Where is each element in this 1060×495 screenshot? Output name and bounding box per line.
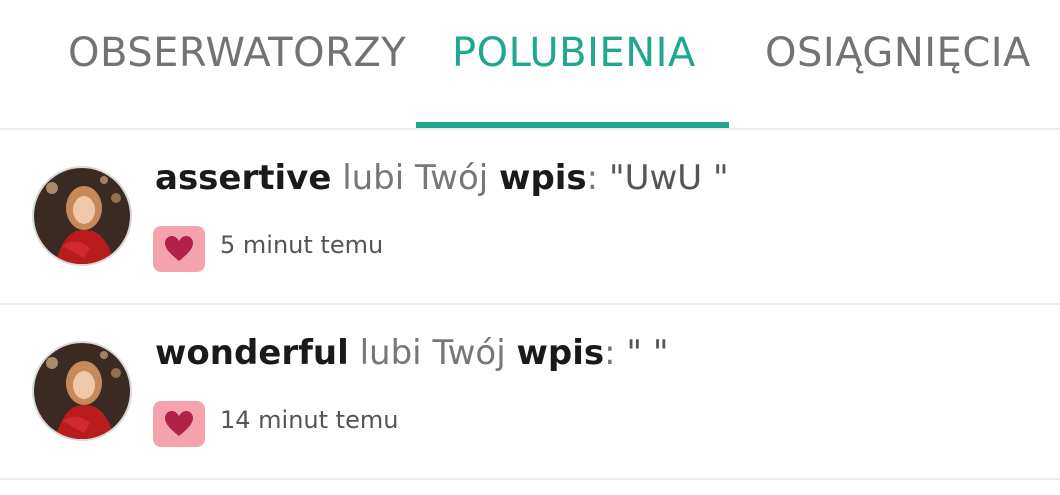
avatar-image: [34, 168, 130, 264]
action-text: lubi Twój: [359, 333, 506, 373]
heart-icon: [165, 411, 193, 436]
like-badge: [153, 226, 205, 272]
active-tab-indicator: [416, 122, 729, 128]
object-link[interactable]: wpis: [499, 158, 587, 198]
object-link[interactable]: wpis: [516, 333, 604, 373]
avatar-image: [34, 343, 130, 439]
colon: :: [586, 158, 599, 198]
avatar[interactable]: [32, 166, 132, 266]
tab-achievements[interactable]: OSIĄGNIĘCIA: [765, 30, 1031, 76]
post-quote: "UwU ": [608, 158, 729, 198]
colon: :: [604, 333, 616, 373]
avatar[interactable]: [32, 341, 132, 441]
notification-text: assertive lubi Twój wpis: "UwU ": [155, 158, 729, 198]
like-badge: [153, 401, 205, 447]
tab-bar: OBSERWATORZY POLUBIENIA OSIĄGNIĘCIA: [0, 0, 1060, 130]
username[interactable]: assertive: [155, 158, 331, 198]
tab-observers[interactable]: OBSERWATORZY: [68, 30, 406, 76]
notification-text: wonderful lubi Twój wpis: " ": [155, 333, 668, 373]
timestamp: 5 minut temu: [220, 231, 384, 259]
notification-row[interactable]: wonderful lubi Twój wpis: " " 14 minut t…: [0, 305, 1060, 480]
tab-likes[interactable]: POLUBIENIA: [452, 30, 696, 76]
notification-row[interactable]: assertive lubi Twój wpis: "UwU " 5 minut…: [0, 130, 1060, 305]
post-quote: " ": [626, 333, 669, 373]
username[interactable]: wonderful: [155, 333, 349, 373]
heart-icon: [165, 236, 193, 261]
action-text: lubi Twój: [342, 158, 489, 198]
timestamp: 14 minut temu: [220, 406, 399, 434]
